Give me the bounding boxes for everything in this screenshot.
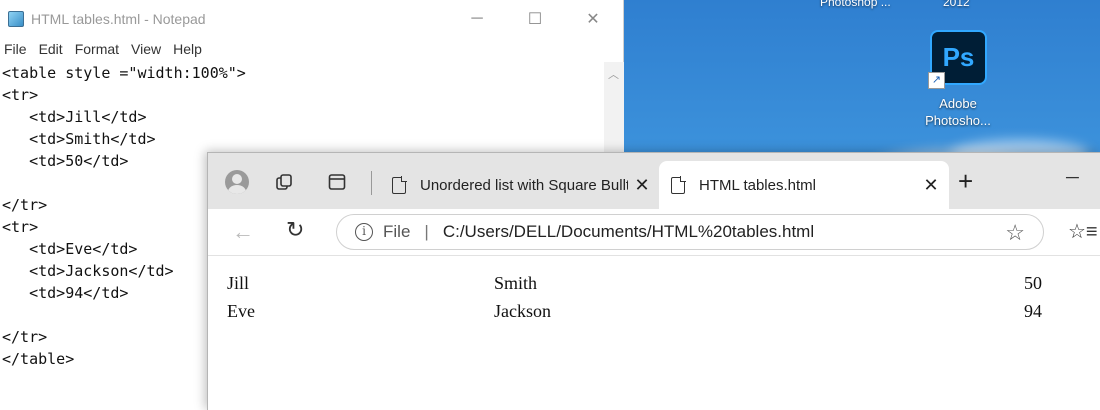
tab-strip: Unordered list with Square Bullt ✕ HTML … — [208, 153, 1100, 209]
new-tab-button[interactable]: + — [958, 168, 973, 194]
browser-window: Unordered list with Square Bullt ✕ HTML … — [207, 152, 1100, 410]
table-row: Jill Smith 50 — [226, 270, 1043, 296]
scheme-label: File — [383, 222, 411, 241]
menu-format[interactable]: Format — [75, 41, 119, 57]
table-cell: Jackson — [494, 300, 551, 321]
code-line: <table style ="width:100%"> — [2, 64, 246, 82]
table-cell: 94 — [1024, 300, 1042, 321]
vertical-tabs-button[interactable] — [322, 167, 352, 197]
close-button[interactable]: ✕ — [564, 0, 622, 38]
page-content: Jill Smith 50 Eve Jackson 94 — [208, 255, 1100, 410]
menu-help[interactable]: Help — [173, 41, 202, 57]
desktop-icon-label-photoshop-old[interactable]: Photoshop ... — [820, 0, 891, 9]
tab-label: Unordered list with Square Bullt — [420, 176, 628, 194]
tab-html-tables[interactable]: HTML tables.html ✕ — [659, 161, 949, 209]
notepad-title: HTML tables.html - Notepad — [31, 11, 206, 27]
workspaces-icon — [276, 174, 292, 190]
tab-actions-icon — [328, 174, 346, 190]
tab-label: HTML tables.html — [699, 176, 816, 194]
table-row: Eve Jackson 94 — [226, 298, 1043, 324]
favorite-star-icon[interactable]: ☆ — [1005, 220, 1025, 246]
table-cell: Jill — [227, 272, 250, 293]
avatar-icon — [225, 170, 249, 194]
menu-edit[interactable]: Edit — [39, 41, 63, 57]
data-table: Jill Smith 50 Eve Jackson 94 — [224, 268, 1045, 326]
browser-minimize-button[interactable]: ─ — [1066, 167, 1079, 188]
page-icon — [671, 175, 686, 194]
browser-toolbar: ← ↻ i File | C:/Users/DELL/Documents/HTM… — [208, 209, 1100, 255]
code-line: <tr> — [2, 86, 39, 104]
close-tab-icon[interactable]: ✕ — [917, 175, 945, 196]
maximize-button[interactable]: ☐ — [506, 0, 564, 38]
reload-button[interactable]: ↻ — [286, 217, 304, 243]
notepad-icon — [8, 11, 24, 27]
code-line: <td>Jill</td> — [2, 108, 147, 126]
code-line: <td>Smith</td> — [2, 130, 156, 148]
table-cell: 50 — [1024, 272, 1042, 293]
page-icon — [392, 175, 407, 194]
minimize-button[interactable]: ─ — [448, 0, 506, 38]
photoshop-glyph: Ps — [942, 42, 975, 72]
address-bar[interactable]: i File | C:/Users/DELL/Documents/HTML%20… — [336, 214, 1044, 250]
scroll-up-icon[interactable]: ︿ — [608, 66, 619, 82]
tab-unordered-list[interactable]: Unordered list with Square Bullt ✕ — [380, 161, 660, 209]
url-text[interactable]: C:/Users/DELL/Documents/HTML%20tables.ht… — [443, 222, 814, 242]
info-icon[interactable]: i — [355, 223, 373, 241]
address-separator: | — [424, 222, 429, 241]
desktop-icon-label-2012[interactable]: 2012 — [943, 0, 970, 9]
notepad-titlebar[interactable]: HTML tables.html - Notepad ─ ☐ ✕ — [0, 0, 623, 38]
table-cell: Eve — [227, 300, 255, 321]
table-cell: Smith — [494, 272, 538, 293]
menu-view[interactable]: View — [131, 41, 161, 57]
back-button[interactable]: ← — [232, 219, 254, 245]
workspaces-button[interactable] — [270, 167, 300, 197]
shortcut-arrow-icon: ↗ — [928, 72, 945, 89]
favorites-icon[interactable]: ☆≡ — [1068, 219, 1098, 244]
profile-button[interactable] — [222, 167, 252, 197]
menu-file[interactable]: File — [4, 41, 27, 57]
photoshop-icon-label[interactable]: Adobe Photosho... — [910, 95, 1006, 129]
close-tab-icon[interactable]: ✕ — [628, 175, 656, 196]
notepad-menubar: File Edit Format View Help — [0, 38, 623, 60]
tab-separator — [371, 171, 372, 195]
